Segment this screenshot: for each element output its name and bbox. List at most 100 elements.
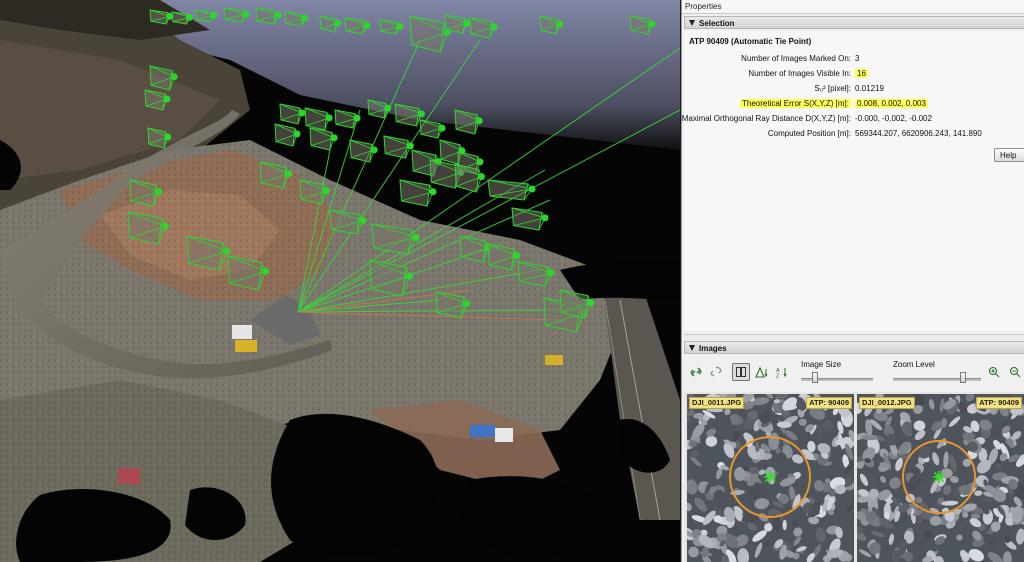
3d-view[interactable] — [0, 0, 680, 562]
camera-image-plane[interactable] — [284, 11, 304, 27]
properties-panel: Properties Selection ATP 90409 (Automati… — [681, 0, 1024, 562]
selection-header[interactable]: Selection — [684, 16, 1024, 29]
camera-image-plane[interactable] — [149, 9, 169, 25]
camera-center-dot[interactable] — [438, 124, 446, 132]
camera-center-dot[interactable] — [412, 234, 420, 241]
tie-point-star-icon[interactable] — [933, 471, 945, 483]
camera-center-dot[interactable] — [242, 10, 250, 18]
camera-center-dot[interactable] — [370, 146, 378, 154]
camera-center-dot[interactable] — [301, 14, 309, 22]
gravel-photo[interactable] — [687, 394, 854, 562]
camera-image-plane[interactable] — [344, 17, 366, 35]
camera-center-dot[interactable] — [359, 217, 367, 225]
camera-center-dot[interactable] — [648, 20, 656, 28]
camera-center-dot[interactable] — [170, 73, 178, 81]
camera-image-plane[interactable] — [539, 15, 559, 35]
camera-center-dot[interactable] — [406, 272, 414, 280]
camera-center-dot[interactable] — [476, 158, 484, 166]
zoom-in-icon[interactable] — [985, 363, 1003, 381]
gravel-photo[interactable] — [857, 394, 1024, 562]
row-images-visible: Number of Images Visible In: 16 — [684, 69, 1024, 82]
camera-center-dot[interactable] — [463, 19, 471, 27]
camera-center-dot[interactable] — [223, 247, 231, 255]
camera-center-dot[interactable] — [363, 21, 371, 29]
panel-splitter[interactable] — [684, 334, 1024, 340]
camera-center-dot[interactable] — [155, 188, 163, 196]
camera-center-dot[interactable] — [429, 188, 437, 196]
camera-center-dot[interactable] — [285, 170, 293, 178]
camera-center-dot[interactable] — [513, 252, 521, 260]
row-label: Maximal Orthogonal Ray Distance D(X,Y,Z)… — [681, 114, 851, 123]
selection-body: ATP 90409 (Automatic Tie Point) Number o… — [681, 31, 1024, 331]
camera-image-plane[interactable] — [319, 15, 337, 33]
link-icon[interactable] — [687, 363, 705, 381]
camera-image-plane[interactable] — [223, 7, 245, 23]
camera-center-dot[interactable] — [293, 130, 301, 138]
row-max-ray-distance: Maximal Orthogonal Ray Distance D(X,Y,Z)… — [681, 114, 1024, 127]
vertical-layout-icon[interactable] — [732, 363, 750, 381]
camera-center-dot[interactable] — [384, 104, 392, 112]
image-thumbnail[interactable]: DJI_0011.JPG ATP: 90409 — [687, 394, 854, 562]
tie-point-star-icon[interactable] — [764, 471, 776, 483]
row-value: -0.000, -0.002, -0.002 — [855, 114, 932, 123]
camera-image-plane[interactable] — [255, 7, 277, 25]
unlink-icon[interactable] — [707, 363, 725, 381]
camera-center-dot[interactable] — [528, 185, 536, 193]
zoom-out-icon[interactable] — [1006, 363, 1024, 381]
thumbnail-atp: ATP: 90409 — [806, 397, 852, 409]
row-value-highlighted: 16 — [855, 69, 868, 78]
image-thumbnail[interactable]: DJI_0012.JPG ATP: 90409 — [857, 394, 1024, 562]
camera-image-plane[interactable] — [444, 14, 466, 34]
camera-center-dot[interactable] — [186, 13, 194, 21]
camera-image-plane[interactable] — [367, 99, 387, 119]
row-s0: S₀² [pixel]: 0.01219 — [684, 84, 1024, 97]
images-header[interactable]: Images — [684, 341, 1024, 354]
image-size-label: Image Size — [801, 360, 842, 369]
row-images-marked: Number of Images Marked On: 3 — [684, 54, 1024, 67]
camera-center-dot[interactable] — [463, 300, 471, 308]
row-label: Number of Images Visible In: — [748, 69, 851, 78]
camera-center-dot[interactable] — [490, 23, 498, 31]
camera-center-dot[interactable] — [556, 20, 564, 28]
collapse-triangle-icon[interactable] — [689, 20, 695, 26]
camera-center-dot[interactable] — [475, 117, 483, 125]
camera-image-plane[interactable] — [334, 109, 356, 129]
camera-center-dot[interactable] — [406, 142, 414, 150]
camera-center-dot[interactable] — [164, 133, 172, 141]
camera-center-dot[interactable] — [274, 11, 282, 19]
camera-center-dot[interactable] — [547, 269, 555, 277]
thumbnail-filename: DJI_0012.JPG — [859, 397, 915, 409]
camera-center-dot[interactable] — [477, 173, 485, 181]
camera-center-dot[interactable] — [322, 187, 330, 195]
camera-center-dot[interactable] — [353, 114, 361, 122]
atp-title: ATP 90409 (Automatic Tie Point) — [689, 37, 812, 46]
point-cloud-scene[interactable] — [0, 0, 680, 562]
camera-image-plane[interactable] — [419, 119, 441, 139]
camera-center-dot[interactable] — [396, 22, 404, 30]
camera-center-dot[interactable] — [334, 19, 342, 27]
thumbnail-atp: ATP: 90409 — [976, 397, 1022, 409]
help-button[interactable]: Help — [994, 148, 1024, 162]
camera-image-plane[interactable] — [629, 15, 651, 35]
camera-center-dot[interactable] — [541, 214, 549, 222]
zoom-level-slider[interactable] — [893, 378, 981, 381]
gravel-stone — [782, 519, 787, 531]
camera-center-dot[interactable] — [298, 109, 306, 117]
camera-center-dot[interactable] — [163, 95, 171, 103]
sort-triangle-icon[interactable] — [753, 363, 771, 381]
camera-center-dot[interactable] — [261, 267, 269, 275]
camera-center-dot[interactable] — [210, 11, 218, 19]
sort-az-icon[interactable]: AZ — [773, 363, 791, 381]
zoom-level-label: Zoom Level — [893, 360, 935, 369]
thumbnail-filename: DJI_0011.JPG — [689, 397, 745, 409]
camera-center-dot[interactable] — [161, 222, 169, 230]
camera-center-dot[interactable] — [330, 134, 338, 142]
collapse-triangle-icon[interactable] — [689, 345, 695, 351]
camera-image-plane[interactable] — [379, 19, 399, 35]
camera-center-dot[interactable] — [325, 114, 333, 122]
zoom-level-slider-handle[interactable] — [960, 372, 967, 383]
image-size-slider-handle[interactable] — [812, 372, 819, 383]
row-computed-position: Computed Position [m]: 569344.207, 66209… — [684, 129, 1024, 142]
camera-center-dot[interactable] — [417, 110, 425, 118]
camera-center-dot[interactable] — [587, 299, 595, 307]
